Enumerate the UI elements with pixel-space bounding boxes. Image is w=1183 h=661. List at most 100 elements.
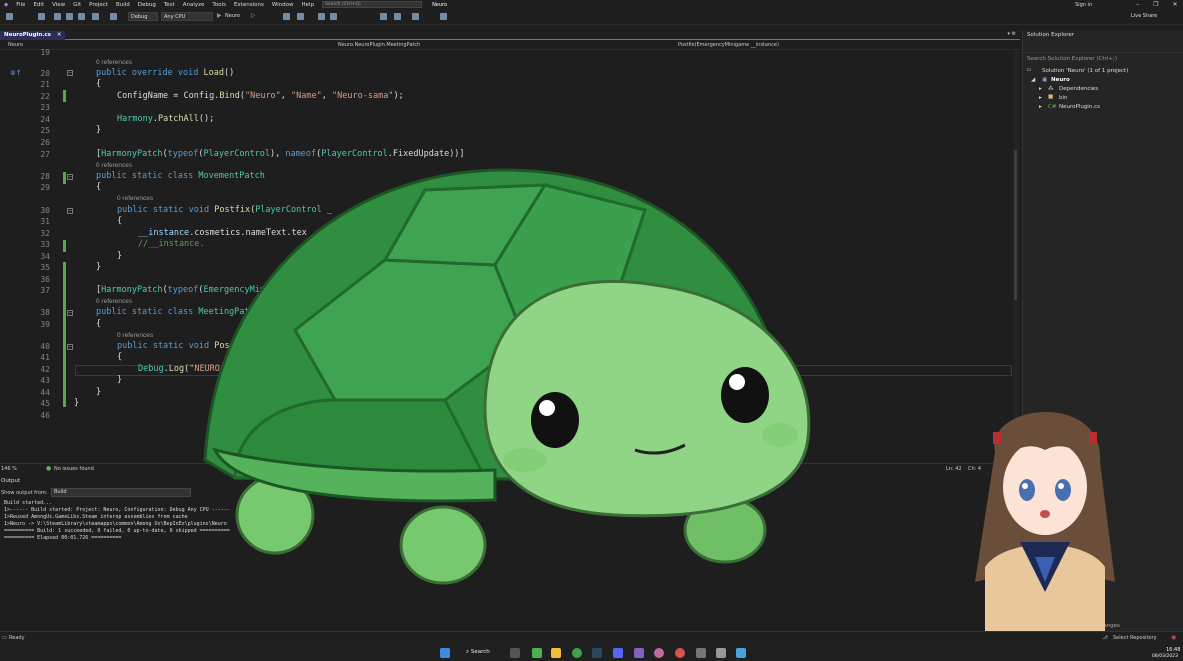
menu-help[interactable]: Help xyxy=(302,2,315,8)
zoom-level[interactable]: 146 % xyxy=(1,466,17,472)
tab-close-icon[interactable]: ✕ xyxy=(57,32,62,38)
menu-view[interactable]: View xyxy=(52,2,65,8)
solution-node[interactable]: Solution 'Neuro' (1 of 1 project) xyxy=(1042,68,1128,74)
menu-test[interactable]: Test xyxy=(164,2,175,8)
toolbar-icon-a[interactable] xyxy=(283,13,290,20)
redo-icon[interactable] xyxy=(110,13,117,20)
collapse-icon[interactable]: ▸ xyxy=(1039,86,1042,92)
platform-dropdown[interactable]: Any CPU xyxy=(161,12,213,21)
steam-icon[interactable] xyxy=(592,648,602,658)
toolbar-icon-c[interactable] xyxy=(318,13,325,20)
clock-time[interactable]: 16:48 xyxy=(1166,647,1180,653)
output-line: ========== Elapsed 00:01.726 ========== xyxy=(4,535,122,541)
open-icon[interactable] xyxy=(54,13,61,20)
menu-git[interactable]: Git xyxy=(73,2,81,8)
scrollbar-thumb[interactable] xyxy=(1014,150,1017,300)
toolbar-icon-d[interactable] xyxy=(330,13,337,20)
sign-in-link[interactable]: Sign in xyxy=(1075,2,1092,8)
line-number: 46 xyxy=(40,411,50,420)
collapse-icon[interactable]: ▸ xyxy=(1039,95,1042,101)
save-icon[interactable] xyxy=(66,13,73,20)
clock-date[interactable]: 08/03/2023 xyxy=(1152,654,1178,659)
tree-item-bin[interactable]: bin xyxy=(1059,95,1068,101)
issues-status[interactable]: No issues found xyxy=(54,466,94,472)
menu-tools[interactable]: Tools xyxy=(212,2,226,8)
codelens-references[interactable]: 0 references xyxy=(96,298,132,305)
taskbar-app-icon[interactable] xyxy=(736,648,746,658)
toolbar-icon-e[interactable] xyxy=(380,13,387,20)
taskbar-app-icon[interactable] xyxy=(696,648,706,658)
select-repository-button[interactable]: Select Repository xyxy=(1113,635,1157,641)
fold-toggle[interactable]: − xyxy=(67,174,73,180)
tab-overflow-icon[interactable]: ▾ ⚙ xyxy=(1007,31,1016,37)
menu-build[interactable]: Build xyxy=(116,2,130,8)
vs-logo-icon[interactable]: ◆ xyxy=(4,2,8,8)
discord-icon[interactable] xyxy=(613,648,623,658)
menu-debug[interactable]: Debug xyxy=(138,2,156,8)
notifications-icon[interactable]: ◉ xyxy=(1171,634,1176,641)
new-item-icon[interactable] xyxy=(38,13,45,20)
override-glyph-icon: ⊚↑ xyxy=(10,69,22,77)
tab-neuroplugin[interactable]: NeuroPlugin.cs ✕ xyxy=(0,31,66,40)
menu-project[interactable]: Project xyxy=(89,2,108,8)
start-without-debug-icon[interactable]: ▷ xyxy=(251,12,256,19)
codelens-references[interactable]: 0 references xyxy=(117,195,153,202)
taskbar-app-icon[interactable] xyxy=(675,648,685,658)
live-share-button[interactable]: Live Share xyxy=(1131,12,1157,21)
menu-file[interactable]: File xyxy=(16,2,25,8)
back-icon[interactable] xyxy=(6,13,13,20)
project-dropdown[interactable]: Neuro xyxy=(8,42,328,49)
member-dropdown[interactable]: Postfix(EmergencyMinigame __instance) xyxy=(678,42,1008,49)
taskbar-app-icon[interactable] xyxy=(532,648,542,658)
line-number: 25 xyxy=(40,126,50,135)
toolbar-icon-b[interactable] xyxy=(297,13,304,20)
close-icon[interactable]: ✕ xyxy=(1173,1,1178,8)
start-icon[interactable] xyxy=(440,648,450,658)
undo-icon[interactable] xyxy=(92,13,99,20)
config-dropdown[interactable]: Debug xyxy=(128,12,158,21)
taskbar-search[interactable]: ⌕ Search xyxy=(466,649,490,656)
codelens-references[interactable]: 0 references xyxy=(96,59,132,66)
csharp-file-icon: C# xyxy=(1048,104,1057,110)
code-line: ConfigName = Config.Bind("Neuro", "Name"… xyxy=(117,91,404,101)
run-icon[interactable]: ▶ xyxy=(217,12,222,19)
menu-analyze[interactable]: Analyze xyxy=(183,2,205,8)
codelens-references[interactable]: 0 references xyxy=(96,162,132,169)
fold-toggle[interactable]: − xyxy=(67,310,73,316)
ready-icon: ▭ xyxy=(2,635,7,641)
expand-icon[interactable]: ◢ xyxy=(1031,77,1035,83)
visual-studio-icon[interactable] xyxy=(634,648,644,658)
menu-window[interactable]: Window xyxy=(272,2,294,8)
solution-node-icon: ▫ xyxy=(1027,67,1031,73)
save-all-icon[interactable] xyxy=(78,13,85,20)
fold-toggle[interactable]: − xyxy=(67,344,73,350)
fold-toggle[interactable]: − xyxy=(67,70,73,76)
line-number: 32 xyxy=(40,229,50,238)
search-box[interactable]: Search (Ctrl+Q) xyxy=(322,1,423,8)
class-dropdown[interactable]: Neuro.NeuroPlugin.MeetingPatch xyxy=(338,42,668,49)
taskbar-app-icon[interactable] xyxy=(716,648,726,658)
file-explorer-icon[interactable] xyxy=(551,648,561,658)
maximize-icon[interactable]: ❐ xyxy=(1153,1,1158,8)
line-number: 34 xyxy=(40,252,50,261)
project-node[interactable]: Neuro xyxy=(1051,77,1070,83)
taskbar-app-icon[interactable] xyxy=(654,648,664,658)
tree-item-dependencies[interactable]: Dependencies xyxy=(1059,86,1098,92)
minimize-icon[interactable]: – xyxy=(1136,1,1139,8)
chrome-icon[interactable] xyxy=(572,648,582,658)
output-source-dropdown[interactable]: Build xyxy=(51,488,191,497)
codelens-references[interactable]: 0 references xyxy=(117,332,153,339)
collapse-icon[interactable]: ▸ xyxy=(1039,104,1042,110)
task-view-icon[interactable] xyxy=(510,648,520,658)
toolbar-icon-f[interactable] xyxy=(394,13,401,20)
tree-item-neuroplugin[interactable]: NeuroPlugin.cs xyxy=(1059,104,1100,110)
code-line: } xyxy=(74,398,80,408)
toolbar-icon-h[interactable] xyxy=(440,13,447,20)
line-number: 24 xyxy=(40,115,50,124)
menu-edit[interactable]: Edit xyxy=(33,2,44,8)
run-target[interactable]: Neuro xyxy=(225,12,240,21)
solution-search-input[interactable]: Search Solution Explorer (Ctrl+;) xyxy=(1027,56,1117,62)
fold-toggle[interactable]: − xyxy=(67,208,73,214)
toolbar-icon-g[interactable] xyxy=(412,13,419,20)
menu-extensions[interactable]: Extensions xyxy=(234,2,264,8)
